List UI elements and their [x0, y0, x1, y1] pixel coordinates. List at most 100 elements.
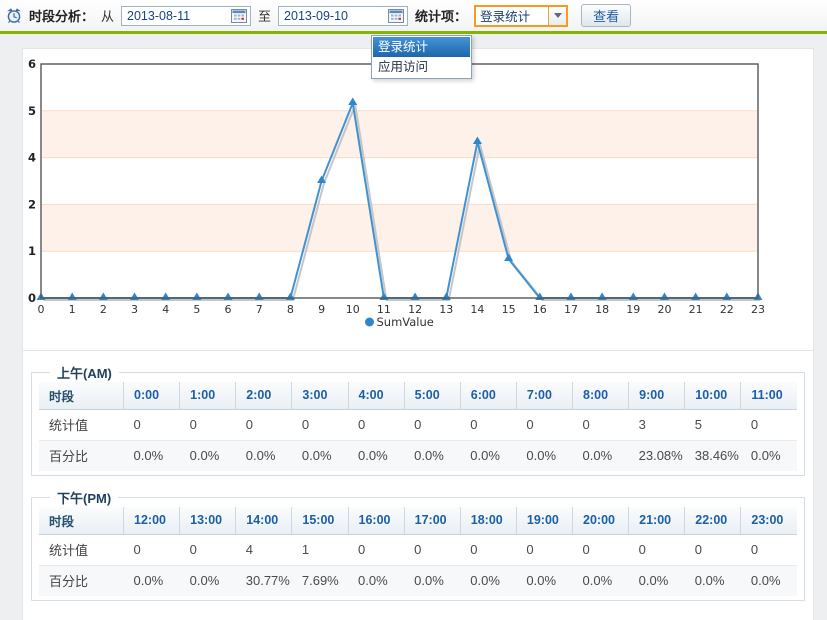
table-cell: 0.0% — [179, 564, 236, 596]
table-row: 统计值 0 0 0 0 0 0 0 0 0 3 5 0 — [39, 409, 797, 440]
table-cell: 0 — [694, 542, 702, 557]
svg-text:22: 22 — [720, 303, 734, 316]
to-date-field[interactable] — [278, 5, 409, 26]
table-cell: 0 — [358, 417, 366, 432]
column-header: 4:00 — [347, 382, 405, 410]
stat-item-select[interactable]: 登录统计 — [474, 4, 569, 27]
svg-text:16: 16 — [533, 303, 547, 316]
row-label: 统计值 — [49, 543, 89, 558]
column-header: 0:00 — [122, 382, 180, 410]
svg-text:10: 10 — [346, 303, 360, 316]
toolbar: 时段分析： 从 至 — [0, 0, 827, 31]
svg-text:0: 0 — [38, 303, 45, 316]
svg-text:20: 20 — [657, 303, 671, 316]
dropdown-option[interactable]: 登录统计 — [373, 37, 470, 57]
table-cell: 0.0% — [404, 564, 461, 596]
column-header: 2:00 — [235, 382, 292, 410]
column-header: 19:00 — [515, 507, 573, 535]
svg-text:4: 4 — [28, 151, 36, 165]
column-header: 15:00 — [291, 507, 348, 535]
column-header: 23:00 — [740, 507, 797, 535]
column-header: 10:00 — [684, 382, 741, 410]
table-cell: 0.0% — [123, 439, 180, 471]
table-cell: 0 — [301, 417, 310, 432]
am-section-title: 上午(AM) — [57, 366, 112, 381]
from-label: 从 — [101, 9, 115, 24]
table-cell: 0 — [133, 542, 141, 557]
table-cell: 0.0% — [291, 439, 348, 471]
table-cell: 5 — [694, 417, 702, 432]
column-header: 时段 — [39, 507, 124, 535]
login-stats-chart: 0 1 2 4 5 6 0 1 2 3 4 5 6 7 8 9 10 11 12 13 14 15 16 17 18 19 20 21… — [23, 49, 813, 351]
page: 时段分析： 从 至 — [0, 0, 827, 620]
column-header: 12:00 — [122, 507, 180, 535]
column-header: 6:00 — [459, 382, 517, 410]
table-cell: 0 — [526, 417, 534, 432]
table-cell: 0 — [582, 542, 590, 557]
from-date-field[interactable] — [121, 5, 252, 26]
table-cell: 0.0% — [516, 564, 573, 596]
svg-text:2: 2 — [28, 197, 36, 211]
stat-item-dropdown: 登录统计 应用访问 — [371, 35, 472, 79]
stat-item-label: 统计项： — [415, 9, 468, 24]
table-row: 统计值 0 0 4 1 0 0 0 0 0 0 0 0 — [39, 534, 797, 565]
table-cell: 0.0% — [179, 439, 236, 471]
calendar-icon[interactable] — [386, 7, 405, 25]
table-cell: 0 — [414, 417, 422, 432]
svg-text:18: 18 — [595, 303, 609, 316]
table-cell: 0.0% — [572, 564, 629, 596]
svg-text:15: 15 — [502, 303, 516, 316]
column-header: 8:00 — [571, 382, 629, 410]
table-cell: 4 — [245, 542, 253, 557]
table-cell: 0 — [358, 542, 366, 557]
svg-text:5: 5 — [28, 104, 36, 118]
table-cell: 0.0% — [572, 439, 629, 471]
row-label: 统计值 — [49, 418, 89, 433]
table-cell: 1 — [301, 542, 310, 557]
calendar-icon[interactable] — [229, 7, 248, 25]
svg-text:3: 3 — [131, 303, 138, 316]
svg-text:6: 6 — [28, 57, 36, 71]
table-cell: 3 — [638, 417, 646, 432]
svg-text:7: 7 — [256, 303, 263, 316]
table-cell: 0 — [245, 417, 253, 432]
chevron-down-icon[interactable] — [548, 6, 567, 25]
svg-text:6: 6 — [225, 303, 232, 316]
table-cell: 0.0% — [684, 564, 741, 596]
from-date-input[interactable] — [127, 7, 230, 24]
column-header: 14:00 — [235, 507, 292, 535]
table-cell: 0 — [750, 542, 759, 557]
svg-text:4: 4 — [162, 303, 169, 316]
green-divider — [0, 31, 827, 34]
table-cell: 0 — [414, 542, 422, 557]
table-cell: 0.0% — [740, 564, 797, 596]
table-cell: 0 — [470, 542, 478, 557]
svg-text:21: 21 — [689, 303, 703, 316]
svg-text:13: 13 — [439, 303, 453, 316]
column-header: 7:00 — [515, 382, 573, 410]
column-header: 20:00 — [571, 507, 629, 535]
svg-text:1: 1 — [28, 244, 36, 258]
table-cell: 38.46% — [684, 439, 741, 471]
table-cell: 0.0% — [460, 439, 517, 471]
column-header: 9:00 — [628, 382, 685, 410]
table-cell: 0.0% — [235, 439, 292, 471]
table-cell: 0 — [750, 417, 759, 432]
am-section: 上午(AM) 时段 0:00 1:00 2:00 3:00 4:00 5:00 6:00 7:0… — [31, 363, 805, 476]
table-cell: 23.08% — [628, 439, 685, 471]
table-cell: 0.0% — [348, 439, 405, 471]
table-row: 百分比 0.0% 0.0% 30.77% 7.69% 0.0% 0.0% 0.0% 0.0% 0.… — [39, 564, 797, 596]
view-button[interactable]: 查看 — [581, 4, 632, 27]
svg-text:8: 8 — [287, 303, 294, 316]
page-title: 时段分析： — [29, 9, 95, 24]
to-date-input[interactable] — [284, 7, 387, 24]
am-table: 时段 0:00 1:00 2:00 3:00 4:00 5:00 6:00 7:00 8:00 9:… — [39, 382, 797, 471]
table-cell: 0.0% — [628, 564, 685, 596]
svg-text:9: 9 — [318, 303, 325, 316]
table-cell: 0 — [526, 542, 534, 557]
dropdown-option[interactable]: 应用访问 — [373, 57, 470, 77]
table-cell: 7.69% — [291, 564, 348, 596]
column-header: 1:00 — [179, 382, 236, 410]
svg-text:23: 23 — [751, 303, 765, 316]
svg-text:19: 19 — [626, 303, 640, 316]
